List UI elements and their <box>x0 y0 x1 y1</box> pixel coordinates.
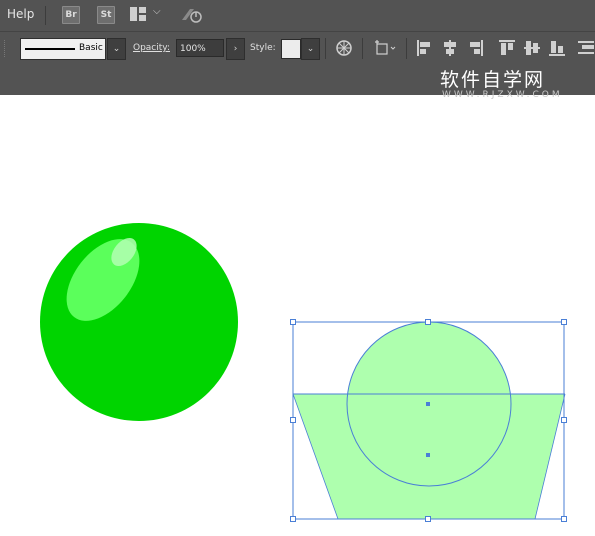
style-dropdown[interactable]: ⌄ <box>301 38 320 60</box>
graphic-style-swatch[interactable] <box>281 39 301 59</box>
ball-body <box>40 223 238 421</box>
handle-top-left[interactable] <box>290 319 296 325</box>
stock-button[interactable]: St <box>97 6 115 24</box>
align-top-icon[interactable] <box>498 39 516 57</box>
bridge-button[interactable]: Br <box>62 6 80 24</box>
green-ball[interactable] <box>40 223 238 421</box>
control-divider <box>362 38 363 59</box>
recolor-artwork-icon[interactable] <box>335 39 353 57</box>
stroke-preview <box>25 48 75 50</box>
handle-bottom-right[interactable] <box>561 516 567 522</box>
artboard[interactable] <box>0 95 595 536</box>
gpu-performance-icon[interactable] <box>180 6 204 24</box>
handle-bottom-left[interactable] <box>290 516 296 522</box>
control-divider <box>325 38 326 59</box>
circle-center-point <box>426 402 430 406</box>
align-bottom-icon[interactable] <box>548 39 566 57</box>
handle-middle-left[interactable] <box>290 417 296 423</box>
control-divider <box>406 38 407 59</box>
handle-top-middle[interactable] <box>425 319 431 325</box>
transform-icon[interactable] <box>374 39 398 57</box>
align-vertical-center-icon[interactable] <box>523 39 541 57</box>
opacity-input[interactable]: 100% <box>176 39 224 57</box>
menu-help[interactable]: Help <box>7 7 34 21</box>
align-right-icon[interactable] <box>466 39 484 57</box>
style-label: Style: <box>250 43 276 53</box>
watermark-title: 软件自学网 <box>440 69 546 91</box>
align-horizontal-center-icon[interactable] <box>441 39 459 57</box>
handle-middle-right[interactable] <box>561 417 567 423</box>
stroke-profile-select[interactable]: Basic <box>20 38 106 60</box>
stroke-profile-dropdown[interactable]: ⌄ <box>107 38 126 60</box>
handle-bottom-middle[interactable] <box>425 516 431 522</box>
control-bar: Basic ⌄ Opacity: 100% › Style: ⌄ <box>0 31 595 65</box>
panel-grip[interactable] <box>4 40 11 57</box>
opacity-arrow-button[interactable]: › <box>226 38 245 60</box>
align-left-icon[interactable] <box>416 39 434 57</box>
chevron-down-icon[interactable]: ⌵ <box>153 6 161 17</box>
menu-divider <box>45 6 46 25</box>
opacity-label[interactable]: Opacity: <box>133 43 170 53</box>
trapezoid-center-point <box>426 453 430 457</box>
handle-top-right[interactable] <box>561 319 567 325</box>
selected-shapes[interactable] <box>292 321 566 520</box>
menu-bar: Help Br St ⌵ <box>0 0 595 31</box>
stroke-profile-label: Basic <box>79 43 103 53</box>
distribute-icon[interactable] <box>576 39 594 57</box>
workspace-grid-icon[interactable] <box>130 7 146 21</box>
